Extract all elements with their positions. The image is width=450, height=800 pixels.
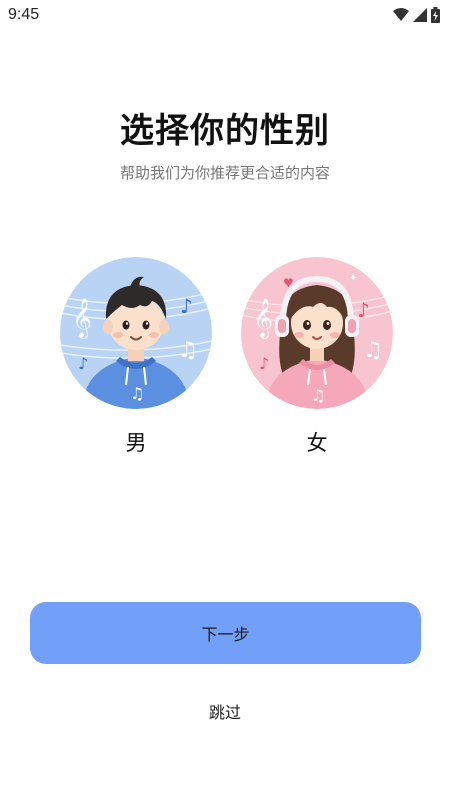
svg-text:♪: ♪ — [357, 298, 370, 322]
status-bar: 9:45 — [0, 0, 450, 30]
gender-option-female[interactable]: 𝄞 ♪ ♫ ♪ ♥ ✦ ♫ 女 — [241, 257, 393, 457]
svg-text:♪: ♪ — [259, 354, 269, 373]
boy-avatar[interactable]: 𝄞 ♪ ♫ ♪ ♫ — [60, 257, 212, 409]
svg-text:✦: ✦ — [349, 273, 357, 284]
gender-option-male[interactable]: 𝄞 ♪ ♫ ♪ ♫ 男 — [60, 257, 212, 457]
signal-icon — [413, 8, 427, 22]
svg-text:𝄞: 𝄞 — [72, 298, 92, 339]
battery-icon — [431, 7, 440, 23]
svg-text:♫: ♫ — [311, 386, 325, 405]
gender-select-screen: 9:45 选择你的性别 帮助我们为你推荐更合适的内容 𝄞 ♪ ♫ ♪ ♫ 男 𝄞… — [0, 0, 450, 800]
gender-label-female: 女 — [306, 431, 328, 455]
skip-link[interactable]: 跳过 — [175, 700, 275, 726]
page-subtitle: 帮助我们为你推荐更合适的内容 — [119, 164, 330, 182]
wifi-icon — [393, 8, 409, 22]
svg-text:𝄞: 𝄞 — [253, 298, 273, 339]
svg-text:♪: ♪ — [180, 294, 193, 318]
status-time: 9:45 — [8, 6, 40, 23]
gender-label-male: 男 — [125, 431, 147, 455]
svg-text:♫: ♫ — [178, 338, 198, 363]
svg-text:♫: ♫ — [130, 384, 144, 403]
next-step-button[interactable]: 下一步 — [30, 602, 421, 664]
status-icons — [393, 7, 440, 23]
girl-avatar[interactable]: 𝄞 ♪ ♫ ♪ ♥ ✦ ♫ — [241, 257, 393, 409]
page-title: 选择你的性别 — [120, 111, 330, 151]
svg-text:♫: ♫ — [363, 338, 383, 363]
svg-text:♪: ♪ — [78, 354, 88, 373]
